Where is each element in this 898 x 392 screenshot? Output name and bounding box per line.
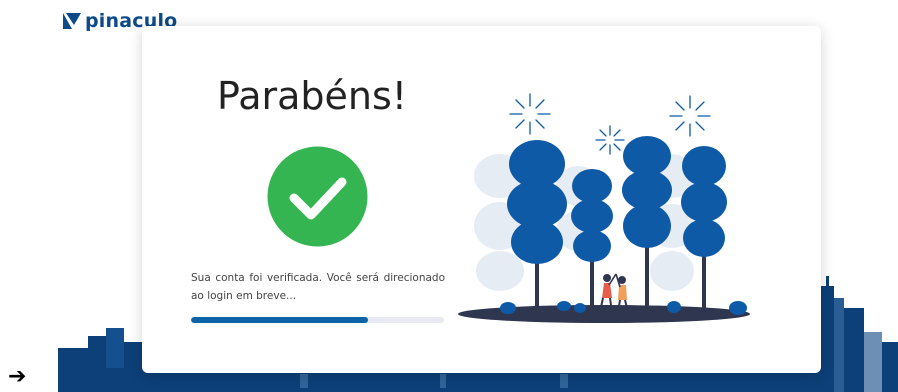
verification-message: Sua conta foi verificada. Você será dire… bbox=[191, 272, 445, 302]
pinaculo-logo-icon bbox=[63, 13, 81, 29]
verification-card: Parabéns! Sua conta foi verificada. Você… bbox=[142, 26, 821, 373]
redirect-progress-bar bbox=[191, 317, 444, 323]
check-circle-icon bbox=[267, 146, 368, 247]
celebration-illustration bbox=[458, 93, 750, 323]
progress-fill bbox=[191, 317, 369, 323]
right-arrow-icon: ➔ bbox=[8, 364, 27, 389]
page-title: Parabéns! bbox=[216, 74, 408, 118]
